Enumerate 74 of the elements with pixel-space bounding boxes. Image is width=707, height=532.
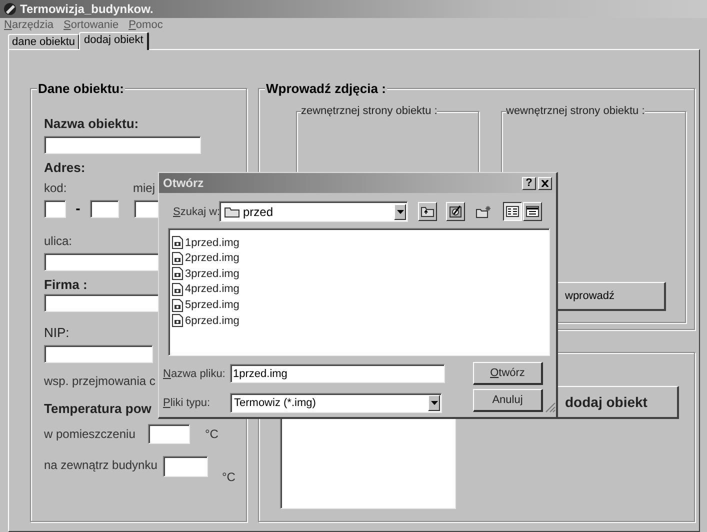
look-in-dropdown[interactable]: przed (219, 201, 408, 222)
group-title: zewnętrznej strony obiektu : (301, 105, 438, 118)
field-label: Nazwa obiektu: (44, 116, 139, 131)
file-name: 2przed.img (185, 251, 240, 266)
folder-icon (224, 206, 240, 218)
section-label: Temperatura pow (44, 401, 152, 416)
menu-item[interactable]: Narzędzia (4, 17, 54, 34)
help-button[interactable]: ? (522, 176, 536, 190)
dropdown-button[interactable] (394, 204, 406, 220)
window-title: Termowizja_budynkow. (20, 1, 154, 18)
nip-field[interactable] (44, 345, 153, 363)
unit-label: °C (222, 470, 236, 484)
file-type-value: Termowiz (*.img) (234, 396, 317, 411)
dialog-button[interactable]: Anuluj (473, 389, 543, 412)
field-label: w pomieszczeniu (44, 427, 136, 441)
new-folder-icon (476, 206, 491, 218)
postcode-field[interactable] (44, 200, 66, 218)
file-item[interactable]: 3przed.img (172, 266, 546, 282)
group-title: Wprowadź zdjęcia : (265, 81, 387, 96)
file-item[interactable]: 6przed.img (172, 312, 546, 329)
menu-item[interactable]: Pomoc (128, 17, 163, 34)
look-in-label: Szukaj w: (173, 204, 219, 218)
file-item[interactable]: 2przed.img (172, 250, 546, 266)
file-icon (172, 267, 183, 280)
look-in-value: przed (243, 204, 274, 220)
field-label: Firma : (44, 277, 88, 292)
field-label: kod: (44, 181, 68, 195)
list-view-button[interactable] (503, 202, 522, 221)
postcode-field[interactable] (90, 200, 119, 218)
file-icon (172, 252, 183, 265)
caret-icon (430, 401, 438, 405)
caret-icon (396, 210, 404, 214)
file-type-label: Pliki typu: (163, 396, 210, 410)
file-name-field[interactable]: 1przed.img (230, 364, 445, 383)
dialog-button[interactable]: Otwórz (473, 362, 543, 385)
app-icon (3, 2, 17, 16)
tab[interactable]: dane obiektu (8, 34, 79, 49)
group-title: wewnętrznej strony obiektu : (506, 105, 645, 118)
field-label: wsp. przejmowania c (44, 374, 156, 388)
file-name-label: Nazwa pliku: (163, 367, 226, 381)
file-icon (172, 283, 183, 296)
file-icon (172, 314, 183, 328)
dropdown-button[interactable] (428, 395, 440, 411)
dash: - (74, 199, 82, 218)
unit-label: °C (205, 427, 218, 441)
field-label: ulica: (44, 234, 72, 248)
tab[interactable]: dodaj obiekt (79, 32, 150, 50)
file-name: 1przed.img (185, 236, 240, 251)
file-name: 4przed.img (185, 282, 240, 298)
file-icon (172, 236, 183, 250)
file-item[interactable]: 1przed.img (172, 235, 546, 251)
temperature-field[interactable] (148, 424, 190, 444)
dialog-title: Otwórz (163, 175, 205, 192)
close-button[interactable] (538, 176, 552, 190)
field-label: NIP: (44, 325, 70, 340)
section-label: Adres: (44, 160, 86, 175)
field-label: na zewnątrz budynku (44, 458, 158, 472)
name-field[interactable] (44, 136, 201, 154)
up-folder-button[interactable] (418, 202, 437, 221)
close-icon (541, 180, 549, 186)
details-view-icon (526, 206, 539, 217)
field-label: miej (133, 181, 156, 195)
list-view-icon (506, 206, 519, 217)
resize-grip (545, 402, 556, 413)
file-name: 5przed.img (185, 298, 240, 313)
details-view-button[interactable] (523, 202, 542, 221)
file-icon (172, 298, 183, 312)
temperature-field[interactable] (163, 456, 208, 477)
menu-item[interactable]: Sortowanie (64, 17, 119, 34)
file-name: 3przed.img (185, 266, 240, 282)
file-name: 6przed.img (185, 314, 240, 329)
up-folder-icon (421, 206, 434, 217)
group-title: Dane obiektu: (37, 81, 125, 96)
file-type-dropdown[interactable]: Termowiz (*.img) (230, 393, 442, 413)
